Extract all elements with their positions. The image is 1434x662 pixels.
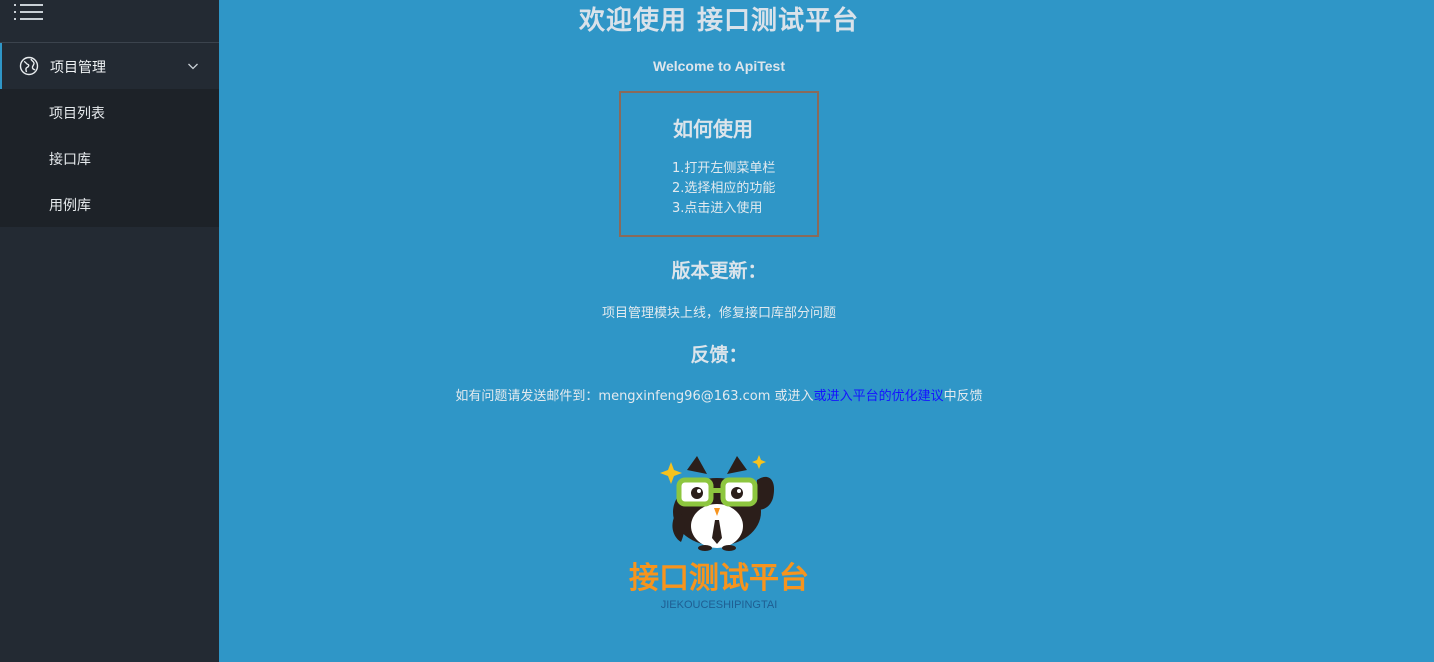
sidebar-item-label: 接口库: [49, 152, 91, 168]
version-heading: 版本更新：: [671, 260, 767, 282]
sidebar-item-case-library[interactable]: 用例库: [0, 181, 219, 227]
sidebar-item-label: 项目列表: [49, 106, 105, 122]
feedback-text-before: 如有问题请发送邮件到：mengxinfeng96@163.com 或进入: [455, 389, 814, 404]
howto-title: 如何使用: [673, 117, 753, 141]
howto-box: 如何使用 1.打开左侧菜单栏 2.选择相应的功能 3.点击进入使用: [619, 91, 819, 237]
feedback-heading: 反馈：: [690, 344, 748, 366]
sidebar-group-label: 项目管理: [50, 60, 106, 76]
howto-steps: 1.打开左侧菜单栏 2.选择相应的功能 3.点击进入使用: [672, 159, 775, 219]
sidebar: 项目管理 项目列表 接口库 用例库: [0, 0, 219, 662]
optimization-suggestions-link[interactable]: 或进入平台的优化建议: [814, 389, 944, 404]
sidebar-submenu: 项目列表 接口库 用例库: [0, 89, 219, 227]
page-subtitle: Welcome to ApiTest: [653, 58, 785, 74]
logo: 接口测试平台 JIEKOUCESHIPINGTAI: [629, 455, 809, 611]
sidebar-group-project-management[interactable]: 项目管理: [0, 43, 219, 89]
feedback-text: 如有问题请发送邮件到：mengxinfeng96@163.com 或进入或进入平…: [219, 385, 1219, 404]
feedback-text-after: 中反馈: [943, 389, 983, 404]
logo-title: 接口测试平台: [629, 561, 809, 596]
sidebar-item-api-library[interactable]: 接口库: [0, 135, 219, 181]
menu-icon[interactable]: [14, 3, 44, 21]
page-title: 欢迎使用 接口测试平台: [578, 6, 860, 36]
owl-mascot: [660, 455, 775, 551]
howto-step: 3.点击进入使用: [672, 201, 763, 216]
howto-step: 2.选择相应的功能: [672, 181, 776, 196]
chevron-down-icon: [188, 63, 198, 70]
logo-subtitle: JIEKOUCESHIPINGTAI: [661, 599, 778, 611]
sidebar-item-project-list[interactable]: 项目列表: [0, 89, 219, 135]
version-text: 项目管理模块上线，修复接口库部分问题: [601, 306, 836, 321]
globe-icon: [19, 56, 39, 76]
sidebar-item-label: 用例库: [49, 198, 91, 214]
main-content: 欢迎使用 接口测试平台 Welcome to ApiTest 如何使用 1.打开…: [219, 0, 1434, 662]
howto-step: 1.打开左侧菜单栏: [672, 161, 776, 176]
